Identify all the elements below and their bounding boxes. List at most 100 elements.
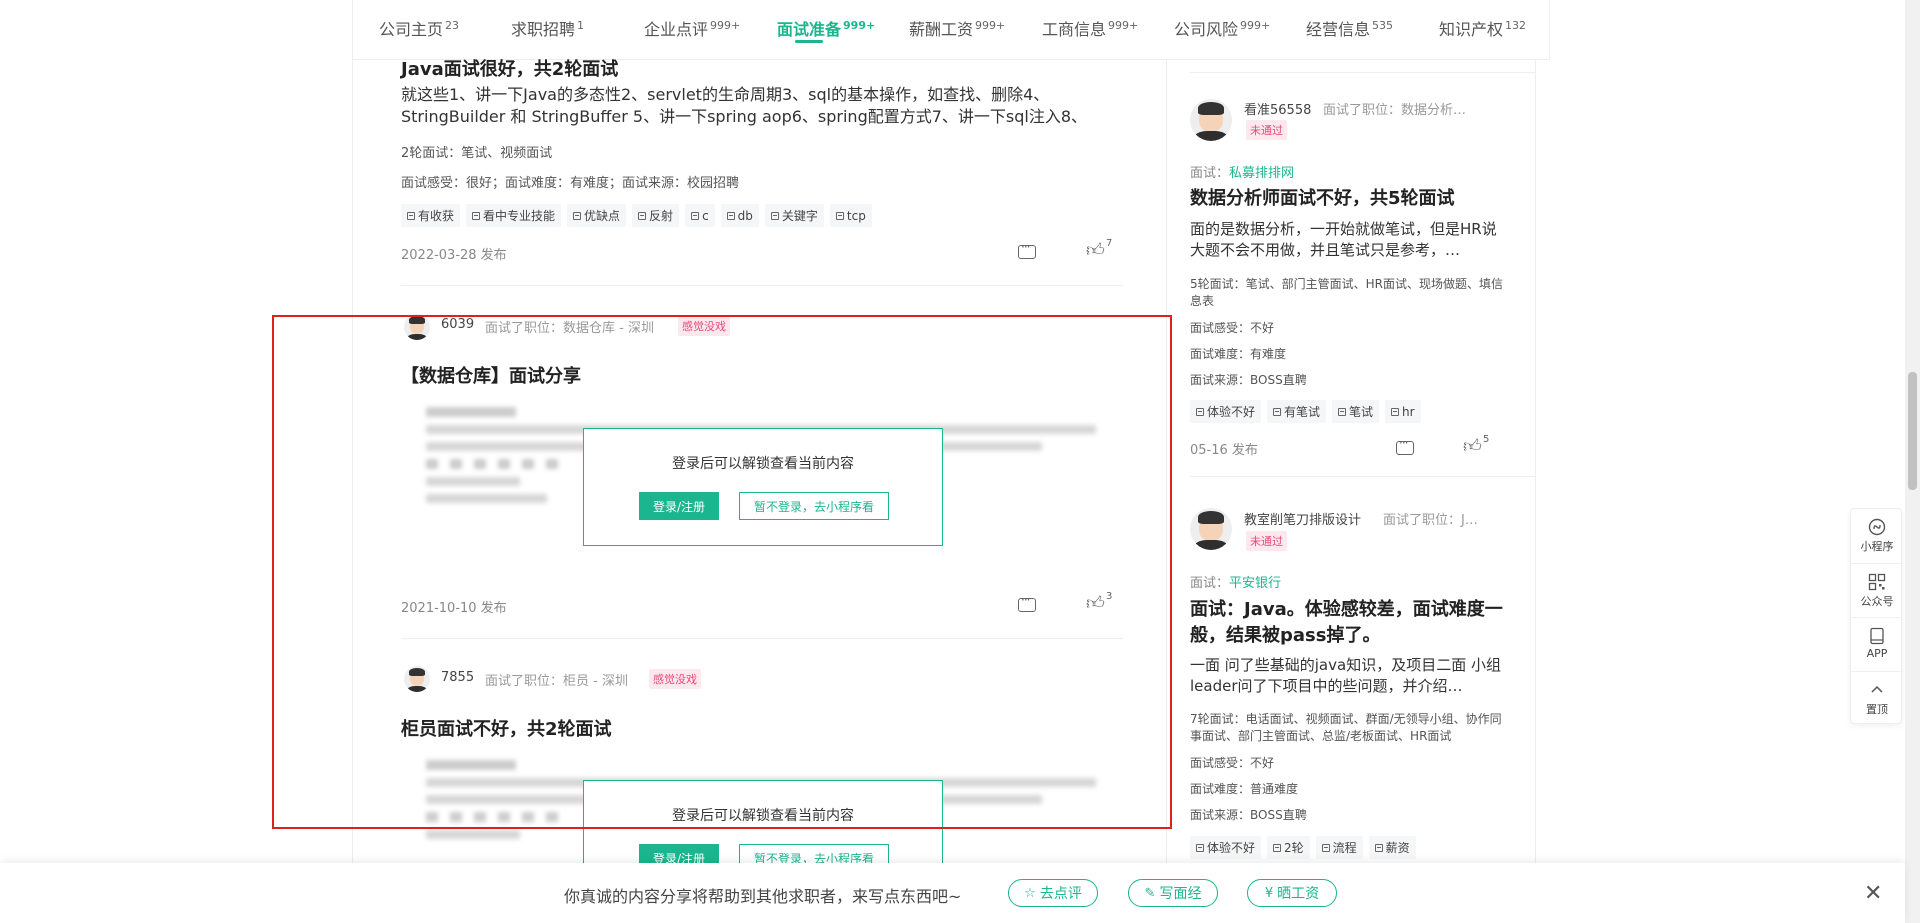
tab-interview-prep[interactable]: 面试准备 999+ <box>777 16 875 40</box>
tag-icon <box>1391 407 1400 416</box>
sidebar-source: 面试来源：BOSS直聘 <box>1190 373 1307 387</box>
active-tab-indicator <box>795 40 823 43</box>
sidebar-tags: 体验不好 2轮 流程 薪资 <box>1190 836 1416 859</box>
app-download-button[interactable]: APP <box>1851 617 1903 671</box>
comment-icon[interactable] <box>1018 593 1036 612</box>
close-icon[interactable]: ✕ <box>1864 881 1882 906</box>
tag[interactable]: 关键字 <box>764 204 824 227</box>
lock-message: 登录后可以解锁查看当前内容 <box>672 808 854 824</box>
tag[interactable]: 优缺点 <box>567 204 627 227</box>
tag[interactable]: c <box>685 204 715 227</box>
post-position: 面试了职位：柜员 - 深圳 <box>485 674 628 689</box>
review-button[interactable]: ☆ 去点评 <box>1008 879 1098 907</box>
post-username[interactable]: 7855 <box>441 670 474 685</box>
sidebar-excerpt[interactable]: 面的是数据分析，一开始就做笔试，但是HR说大题不会不用做，并且笔试只是参考，… <box>1190 219 1510 261</box>
lock-message: 登录后可以解锁查看当前内容 <box>672 456 854 472</box>
tag[interactable]: 反射 <box>632 204 680 227</box>
floating-toolbar: 小程序 公众号 APP 置顶 <box>1850 508 1903 725</box>
tag[interactable]: 有笔试 <box>1267 400 1327 423</box>
like-count: 3 <box>1106 591 1113 602</box>
post-position: 面试了职位：数据仓库 - 深圳 <box>485 321 654 336</box>
sidebar-title[interactable]: 面试：Java。体验感较差，面试难度一般，结果被pass掉了。 <box>1190 597 1510 649</box>
tab-operations[interactable]: 经营信息 535 <box>1306 16 1393 40</box>
back-to-top-button[interactable]: 置顶 <box>1851 671 1903 725</box>
miniapp-button[interactable]: 暂不登录，去小程序看 <box>739 492 889 520</box>
like-count: 7 <box>1106 238 1113 249</box>
tag[interactable]: hr <box>1385 400 1421 423</box>
wechat-account-button[interactable]: 公众号 <box>1851 563 1903 617</box>
tag[interactable]: 体验不好 <box>1190 400 1262 423</box>
tag[interactable]: 有收获 <box>401 204 461 227</box>
post-title[interactable]: 【数据仓库】面试分享 <box>401 362 581 388</box>
sidebar-tags: 体验不好 有笔试 笔试 hr <box>1190 400 1421 423</box>
tag-icon <box>573 211 582 220</box>
pencil-icon: ✎ <box>1144 885 1156 901</box>
avatar[interactable] <box>404 666 430 692</box>
tag-icon <box>835 211 844 220</box>
share-salary-button[interactable]: ¥ 晒工资 <box>1247 879 1337 907</box>
like-count: 5 <box>1483 434 1490 445</box>
post-excerpt[interactable]: 就这些1、讲一下Java的多态性2、servlet的生命周期3、sql的基本操作… <box>401 84 1116 128</box>
sidebar-difficulty: 面试难度：有难度 <box>1190 347 1287 361</box>
post-date: 2021-10-10 发布 <box>401 601 507 616</box>
post-title[interactable]: 柜员面试不好，共2轮面试 <box>401 715 612 741</box>
login-button[interactable]: 登录/注册 <box>639 492 719 520</box>
sidebar-position: 面试了职位：数据分析… <box>1323 103 1467 118</box>
status-badge: 感觉没戏 <box>678 316 730 336</box>
tag[interactable]: 看中专业技能 <box>466 204 562 227</box>
avatar[interactable] <box>1190 99 1232 141</box>
phone-icon <box>1868 627 1886 645</box>
like-icon[interactable]: 👍︎ <box>1463 435 1482 457</box>
tab-jobs[interactable]: 求职招聘 1 <box>511 16 584 40</box>
like-icon[interactable]: 👍︎ <box>1086 592 1105 614</box>
tag-icon <box>1338 407 1347 416</box>
tag[interactable]: db <box>720 204 759 227</box>
yen-icon: ¥ <box>1264 885 1274 901</box>
tag[interactable]: 体验不好 <box>1190 836 1262 859</box>
sidebar-date: 05-16 发布 <box>1190 443 1258 458</box>
status-badge: 感觉没戏 <box>649 669 701 689</box>
tag-icon <box>1273 843 1282 852</box>
tag-icon <box>770 211 779 220</box>
tab-company-risk[interactable]: 公司风险 999+ <box>1174 16 1270 40</box>
tag[interactable]: 薪资 <box>1368 836 1416 859</box>
tag-icon <box>1196 843 1204 852</box>
comment-icon[interactable] <box>1018 240 1036 259</box>
tab-company-home[interactable]: 公司主页 23 <box>379 16 459 40</box>
sidebar-username[interactable]: 看准56558 <box>1244 99 1311 118</box>
highlight-rectangle <box>272 315 1172 829</box>
avatar[interactable] <box>404 314 430 340</box>
sidebar-excerpt[interactable]: 一面 问了些基础的java知识，及项目二面 小组leader问了下项目中的些问题… <box>1190 655 1510 697</box>
tab-reviews[interactable]: 企业点评 999+ <box>644 16 740 40</box>
company-link[interactable]: 私募排排网 <box>1229 166 1294 181</box>
qrcode-icon <box>1868 573 1886 591</box>
sidebar-username[interactable]: 教室削笔刀排版设计 <box>1244 509 1361 528</box>
sidebar-divider <box>1190 72 1536 73</box>
sidebar-title[interactable]: 数据分析师面试不好，共5轮面试 <box>1190 186 1510 212</box>
sidebar-company-label: 面试：平安银行 <box>1190 576 1282 591</box>
tab-business-info[interactable]: 工商信息 999+ <box>1042 16 1138 40</box>
post-title[interactable]: Java面试很好，共2轮面试 <box>401 55 618 81</box>
back-to-top-icon <box>1868 681 1886 699</box>
tab-ip[interactable]: 知识产权 132 <box>1439 16 1526 40</box>
post-username[interactable]: 6039 <box>441 317 474 332</box>
tag[interactable]: 笔试 <box>1332 400 1380 423</box>
miniprogram-button[interactable]: 小程序 <box>1851 509 1903 563</box>
scrollbar-thumb[interactable] <box>1908 372 1917 490</box>
comment-icon[interactable] <box>1396 436 1414 455</box>
like-icon[interactable]: 👍︎ <box>1086 239 1105 261</box>
write-interview-button[interactable]: ✎ 写面经 <box>1128 879 1218 907</box>
status-badge: 未通过 <box>1246 120 1287 140</box>
tab-salary[interactable]: 薪酬工资 999+ <box>909 16 1005 40</box>
bottom-cta-bar: 你真诚的内容分享将帮助到其他求职者，来写点东西吧~ ☆ 去点评 ✎ 写面经 ¥ … <box>0 863 1905 923</box>
tag[interactable]: 流程 <box>1315 836 1363 859</box>
avatar[interactable] <box>1190 508 1232 550</box>
company-link[interactable]: 平安银行 <box>1229 576 1281 591</box>
tag-icon <box>691 211 700 220</box>
sidebar-rounds: 7轮面试：电话面试、视频面试、群面/无领导小组、协作同事面试、部门主管面试、总监… <box>1190 712 1502 743</box>
tag[interactable]: 2轮 <box>1267 836 1310 859</box>
tag-icon <box>726 211 735 220</box>
tag[interactable]: tcp <box>829 204 872 227</box>
post-feeling: 面试感受：很好；面试难度：有难度；面试来源：校园招聘 <box>401 176 740 191</box>
tag-icon <box>1321 843 1330 852</box>
